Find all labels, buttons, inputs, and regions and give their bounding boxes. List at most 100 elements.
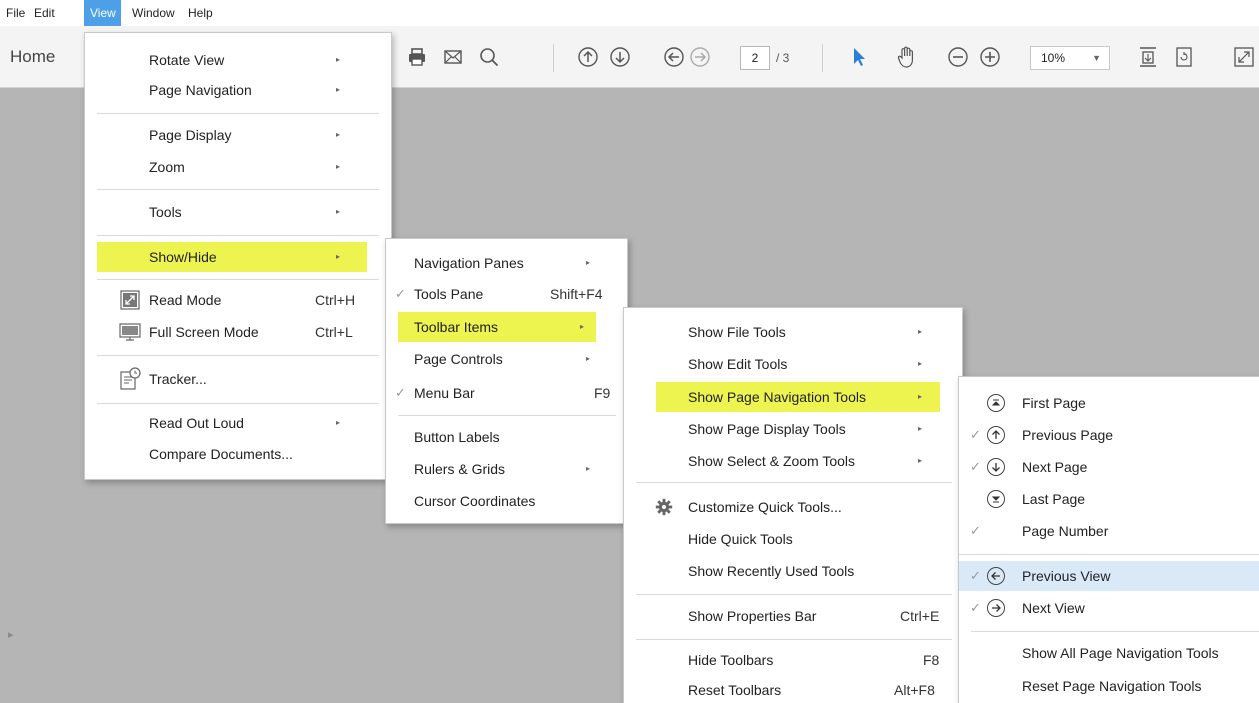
menu-item-navigation-panes[interactable]: Navigation Panes ▸ xyxy=(386,248,627,278)
menu-item-first-page[interactable]: First Page xyxy=(959,388,1259,418)
menu-item-show-select-zoom-tools[interactable]: Show Select & Zoom Tools ▸ xyxy=(624,446,962,476)
check-icon: ✓ xyxy=(395,286,406,301)
check-icon: ✓ xyxy=(970,427,981,442)
menu-item-menu-bar[interactable]: ✓ Menu Bar F9 xyxy=(386,378,627,408)
menu-item-show-page-display-tools[interactable]: Show Page Display Tools ▸ xyxy=(624,414,962,444)
menu-item-rulers-grids[interactable]: Rulers & Grids ▸ xyxy=(386,454,627,484)
zoom-out-icon[interactable] xyxy=(946,44,970,70)
menu-item-reset-toolbars[interactable]: Reset Toolbars Alt+F8 xyxy=(624,675,962,703)
submenu-arrow-icon: ▸ xyxy=(580,322,585,331)
menu-separator xyxy=(97,279,379,280)
search-icon[interactable] xyxy=(477,44,501,70)
menu-item-previous-page[interactable]: ✓ Previous Page xyxy=(959,420,1259,450)
menu-item-hide-toolbars[interactable]: Hide Toolbars F8 xyxy=(624,645,962,675)
menu-view[interactable]: View xyxy=(84,0,121,26)
menu-item-show-recently-used-tools[interactable]: Show Recently Used Tools xyxy=(624,556,962,586)
menu-item-show-page-navigation-tools[interactable]: Show Page Navigation Tools ▸ xyxy=(656,382,940,412)
menu-separator xyxy=(398,415,616,416)
submenu-arrow-icon: ▸ xyxy=(336,252,341,261)
submenu-arrow-icon: ▸ xyxy=(336,162,341,171)
mail-icon[interactable] xyxy=(441,44,465,70)
print-icon[interactable] xyxy=(405,44,429,70)
menu-item-tools-pane[interactable]: ✓ Tools Pane Shift+F4 xyxy=(386,279,627,309)
menu-item-rotate-view[interactable]: Rotate View ▸ xyxy=(85,45,391,75)
menu-item-reset-page-navigation-tools[interactable]: Reset Page Navigation Tools xyxy=(959,671,1259,701)
fit-page-icon[interactable] xyxy=(1136,44,1160,70)
previous-page-toolbar-icon[interactable] xyxy=(576,44,600,70)
read-mode-icon xyxy=(119,290,141,310)
submenu-arrow-icon: ▸ xyxy=(586,354,591,363)
menu-item-show-edit-tools[interactable]: Show Edit Tools ▸ xyxy=(624,349,962,379)
submenu-arrow-icon: ▸ xyxy=(586,258,591,267)
read-mode-toolbar-icon[interactable] xyxy=(1232,44,1256,70)
menu-item-tools[interactable]: Tools ▸ xyxy=(85,197,391,227)
tracker-icon xyxy=(119,367,141,391)
menu-item-full-screen-mode[interactable]: Full Screen Mode Ctrl+L xyxy=(85,317,391,347)
toolbar-separator xyxy=(822,44,823,72)
rotate-page-icon[interactable] xyxy=(1172,44,1196,70)
previous-view-toolbar-icon[interactable] xyxy=(662,44,686,70)
menu-help[interactable]: Help xyxy=(184,0,217,26)
menu-item-cursor-coordinates[interactable]: Cursor Coordinates xyxy=(386,486,627,516)
menu-item-customize-quick-tools[interactable]: Customize Quick Tools... xyxy=(624,492,962,522)
check-icon: ✓ xyxy=(970,600,981,615)
page-number-input[interactable]: 2 xyxy=(740,46,770,70)
menu-item-show-file-tools[interactable]: Show File Tools ▸ xyxy=(624,317,962,347)
first-page-icon xyxy=(987,394,1005,412)
menu-item-last-page[interactable]: Last Page xyxy=(959,484,1259,514)
menu-item-previous-view[interactable]: ✓ Previous View xyxy=(959,561,1259,591)
submenu-arrow-icon: ▸ xyxy=(918,392,923,401)
menu-separator xyxy=(636,482,952,483)
menu-separator xyxy=(971,631,1259,632)
next-page-toolbar-icon[interactable] xyxy=(608,44,632,70)
gear-icon xyxy=(654,498,674,516)
previous-view-icon xyxy=(987,567,1005,585)
menu-item-button-labels[interactable]: Button Labels xyxy=(386,422,627,452)
menu-item-next-view[interactable]: ✓ Next View xyxy=(959,593,1259,623)
check-icon: ✓ xyxy=(970,568,981,583)
toolbar-items-menu: Show File Tools ▸ Show Edit Tools ▸ Show… xyxy=(623,307,963,703)
previous-page-icon xyxy=(987,426,1005,444)
menu-item-zoom[interactable]: Zoom ▸ xyxy=(85,152,391,182)
menu-item-read-out-loud[interactable]: Read Out Loud ▸ xyxy=(85,408,391,438)
menu-window[interactable]: Window xyxy=(128,0,179,26)
submenu-arrow-icon: ▸ xyxy=(918,424,923,433)
last-page-icon xyxy=(987,490,1005,508)
menu-item-show-properties-bar[interactable]: Show Properties Bar Ctrl+E xyxy=(624,601,962,631)
menu-item-page-controls[interactable]: Page Controls ▸ xyxy=(386,344,627,374)
menu-separator xyxy=(97,355,379,356)
page-navigation-tools-menu: First Page ✓ Previous Page ✓ Next Page L… xyxy=(958,376,1259,703)
menu-item-show-all-page-navigation-tools[interactable]: Show All Page Navigation Tools xyxy=(959,638,1259,668)
menu-separator xyxy=(959,554,1259,555)
next-view-toolbar-icon[interactable] xyxy=(688,44,712,70)
select-arrow-icon[interactable] xyxy=(848,44,870,70)
panel-expand-icon[interactable]: ▸ xyxy=(8,628,14,641)
menu-separator xyxy=(97,189,379,190)
page-total: / 3 xyxy=(776,51,790,65)
submenu-arrow-icon: ▸ xyxy=(336,85,341,94)
zoom-in-icon[interactable] xyxy=(978,44,1002,70)
submenu-arrow-icon: ▸ xyxy=(336,207,341,216)
menu-separator xyxy=(636,639,952,640)
zoom-select[interactable]: 10% ▼ xyxy=(1030,46,1110,70)
menu-edit[interactable]: Edit xyxy=(30,0,59,26)
menu-item-next-page[interactable]: ✓ Next Page xyxy=(959,452,1259,482)
check-icon: ✓ xyxy=(970,459,981,474)
menu-item-read-mode[interactable]: Read Mode Ctrl+H xyxy=(85,285,391,315)
home-tab[interactable]: Home xyxy=(10,26,55,88)
menu-item-hide-quick-tools[interactable]: Hide Quick Tools xyxy=(624,524,962,554)
menu-item-page-number[interactable]: ✓ Page Number xyxy=(959,516,1259,546)
menu-item-toolbar-items[interactable]: Toolbar Items ▸ xyxy=(398,312,596,342)
menu-item-show-hide[interactable]: Show/Hide ▸ xyxy=(97,242,367,272)
submenu-arrow-icon: ▸ xyxy=(336,130,341,139)
menu-separator xyxy=(97,403,379,404)
menu-item-tracker[interactable]: Tracker... xyxy=(85,364,391,394)
check-icon: ✓ xyxy=(970,523,981,538)
submenu-arrow-icon: ▸ xyxy=(336,418,341,427)
menu-item-page-display[interactable]: Page Display ▸ xyxy=(85,120,391,150)
menu-bar: File Edit View Window Help xyxy=(0,0,1259,26)
menu-file[interactable]: File xyxy=(2,0,29,26)
menu-item-compare-documents[interactable]: Compare Documents... xyxy=(85,439,391,469)
menu-item-page-navigation[interactable]: Page Navigation ▸ xyxy=(85,75,391,105)
hand-tool-icon[interactable] xyxy=(895,44,919,70)
